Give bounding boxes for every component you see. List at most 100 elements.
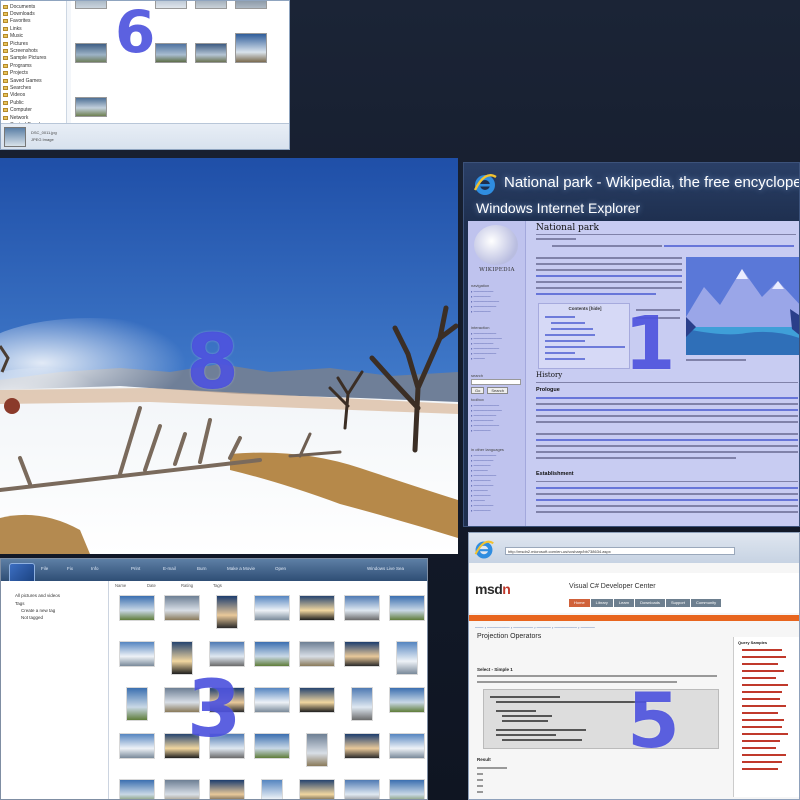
photo-thumbnail[interactable] xyxy=(396,641,418,675)
msdn-browser-window[interactable]: http://msdn2.microsoft.com/en-us/vcsharp… xyxy=(468,532,800,800)
photo-thumbnail[interactable] xyxy=(254,733,290,759)
address-bar[interactable]: http://msdn2.microsoft.com/en-us/vcsharp… xyxy=(505,547,735,555)
thumbnail[interactable] xyxy=(235,1,267,9)
query-sample-link[interactable] xyxy=(742,726,782,728)
column-name[interactable]: Name xyxy=(115,583,126,590)
tree-item-not-tagged[interactable]: Not tagged xyxy=(21,615,43,620)
query-sample-link[interactable] xyxy=(742,691,782,693)
nav-item[interactable]: Programs xyxy=(3,62,64,69)
search-input[interactable] xyxy=(471,379,521,385)
thumbnail[interactable] xyxy=(155,43,187,63)
query-sample-link[interactable] xyxy=(742,712,778,714)
tree-item-all-pictures[interactable]: All pictures and videos xyxy=(15,593,60,598)
photo-thumbnail[interactable] xyxy=(164,779,200,799)
photo-thumbnail[interactable] xyxy=(126,687,148,721)
photo-thumbnail[interactable] xyxy=(389,687,425,713)
photo-thumbnail[interactable] xyxy=(209,641,245,667)
query-sample-link[interactable] xyxy=(742,740,780,742)
go-button[interactable]: Go xyxy=(471,387,485,394)
menu-burn[interactable]: Burn xyxy=(197,566,207,571)
nav-item[interactable]: Documents xyxy=(3,3,64,10)
photo-thumbnail[interactable] xyxy=(209,733,245,759)
tab-downloads[interactable]: Downloads xyxy=(635,599,665,607)
nav-item[interactable]: Videos xyxy=(3,92,64,99)
query-sample-link[interactable] xyxy=(742,761,782,763)
query-sample-link[interactable] xyxy=(742,649,782,651)
column-tags[interactable]: Tags xyxy=(213,583,222,590)
photo-thumbnail[interactable] xyxy=(164,595,200,621)
lake-photo[interactable] xyxy=(686,257,800,355)
photo-thumbnail[interactable] xyxy=(119,779,155,799)
query-sample-link[interactable] xyxy=(742,698,780,700)
nav-item[interactable]: Favorites xyxy=(3,18,64,25)
photo-thumbnail[interactable] xyxy=(119,595,155,621)
query-sample-link[interactable] xyxy=(742,656,786,658)
nav-item[interactable]: Public xyxy=(3,99,64,106)
column-date[interactable]: Date xyxy=(147,583,156,590)
toc-item[interactable] xyxy=(545,346,625,348)
sidebar-link[interactable]: ▪ ──── xyxy=(471,356,523,361)
photo-thumbnail[interactable] xyxy=(209,687,245,713)
toc-item[interactable] xyxy=(545,334,595,336)
photo-thumbnail[interactable] xyxy=(306,733,328,767)
photo-thumbnail[interactable] xyxy=(351,687,373,721)
query-sample-link[interactable] xyxy=(742,670,784,672)
photo-thumbnail[interactable] xyxy=(119,641,155,667)
toc-item[interactable] xyxy=(545,352,575,354)
photo-thumbnail[interactable] xyxy=(261,779,283,799)
tab-support[interactable]: Support xyxy=(665,599,690,607)
query-sample-link[interactable] xyxy=(742,747,776,749)
photo-thumbnail[interactable] xyxy=(344,779,380,799)
sidebar-link[interactable]: ▪ ────── xyxy=(471,309,523,314)
query-sample-link[interactable] xyxy=(742,768,778,770)
nav-item[interactable]: Projects xyxy=(3,70,64,77)
nav-item[interactable]: Downloads xyxy=(3,10,64,17)
photo-thumbnail[interactable] xyxy=(344,595,380,621)
query-sample-link[interactable] xyxy=(742,733,788,735)
query-sample-link[interactable] xyxy=(742,677,776,679)
menu-file[interactable]: File xyxy=(41,566,48,571)
photo-thumbnail[interactable] xyxy=(389,779,425,799)
photo-thumbnail[interactable] xyxy=(119,733,155,759)
photo-thumbnail[interactable] xyxy=(389,733,425,759)
sidebar-link[interactable]: ▪ ────── xyxy=(471,428,523,433)
nav-item[interactable]: Pictures xyxy=(3,40,64,47)
toc-item[interactable] xyxy=(551,322,585,324)
photo-thumbnail[interactable] xyxy=(216,595,238,629)
sidebar-link[interactable]: ▪ ────── xyxy=(471,508,523,513)
nav-item[interactable]: Saved Games xyxy=(3,77,64,84)
breadcrumb[interactable]: ─── › ──────── › ─────── › ───── › ─────… xyxy=(475,625,595,630)
column-rating[interactable]: Rating xyxy=(181,583,193,590)
nav-item[interactable]: Links xyxy=(3,25,64,32)
menu-open[interactable]: Open xyxy=(275,566,286,571)
query-sample-link[interactable] xyxy=(742,663,778,665)
photo-thumbnail[interactable] xyxy=(254,595,290,621)
nav-item[interactable]: Network xyxy=(3,114,64,121)
nav-item[interactable]: Computer xyxy=(3,106,64,113)
link-line[interactable] xyxy=(664,245,794,247)
photo-thumbnail[interactable] xyxy=(299,641,335,667)
tab-library[interactable]: Library xyxy=(590,599,613,607)
menu-make-movie[interactable]: Make a Movie xyxy=(227,566,255,571)
explorer-window[interactable]: Documents Downloads Favorites Links Music Pic… xyxy=(0,0,290,150)
nav-item[interactable]: Music xyxy=(3,33,64,40)
nav-item[interactable]: Sample Pictures xyxy=(3,55,64,62)
window-titlebar[interactable]: National park - Wikipedia, the free ency… xyxy=(472,169,799,219)
photo-gallery-window[interactable]: File Fix Info Print E-mail Burn Make a M… xyxy=(0,558,428,800)
thumbnail[interactable] xyxy=(75,1,107,9)
nav-item[interactable]: Screenshots xyxy=(3,47,64,54)
link-line[interactable] xyxy=(536,275,682,277)
tree-item-create-tag[interactable]: Create a new tag xyxy=(21,608,55,613)
photo-thumbnail[interactable] xyxy=(164,687,200,713)
thumbnail[interactable] xyxy=(75,97,107,117)
thumbnail[interactable] xyxy=(195,1,227,9)
query-sample-link[interactable] xyxy=(742,719,784,721)
photo-thumbnail[interactable] xyxy=(171,641,193,675)
search-button[interactable]: Search xyxy=(487,387,509,394)
thumbnail[interactable] xyxy=(235,33,267,63)
tab-learn[interactable]: Learn xyxy=(613,599,635,607)
thumbnail[interactable] xyxy=(195,43,227,63)
photo-thumbnail[interactable] xyxy=(389,595,425,621)
menu-fix[interactable]: Fix xyxy=(67,566,73,571)
search-box[interactable]: Windows Live Sea xyxy=(367,566,404,571)
